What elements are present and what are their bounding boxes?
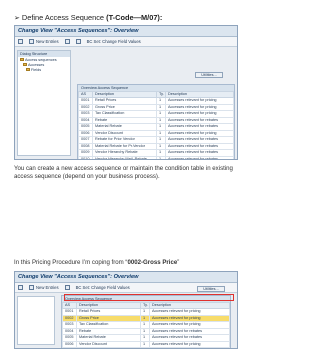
copy-icon[interactable] [64, 285, 70, 290]
folder-icon [26, 68, 30, 71]
cell-type: 1 [140, 347, 150, 348]
access-sequence-table: AS Description Ty. Description 0001 Retai… [62, 302, 230, 348]
utilities-button[interactable]: Utilities... [197, 286, 225, 292]
sap-window-title: Change View "Access Sequences": Overview [15, 272, 237, 283]
folder-icon [20, 58, 24, 61]
bc-set-label: BC Set: Change Field Values [75, 285, 130, 290]
cell-description: Rebate for Prior Vendor [76, 347, 141, 348]
explanation-paragraph: You can create a new access sequence or … [14, 165, 233, 180]
pricing-line-code: 0002-Gross Price [127, 259, 178, 266]
heading-tcode: (T-Code—M/07): [106, 13, 163, 22]
dialog-structure-tree: Dialog Structure Access sequences Access… [17, 50, 71, 156]
sap-window-title: Change View "Access Sequences": Overview [15, 26, 237, 37]
cell-description: Vendor Hierarchy Matl. Rebate [92, 155, 157, 159]
new-entries-icon [29, 285, 34, 290]
cell-description2: Accesses relevant for rebates [149, 347, 230, 348]
table-row[interactable]: 0007Rebate for Prior Vendor1Accesses rel… [62, 347, 230, 348]
table-row[interactable]: 0010 Vendor Hierarchy Matl. Rebate 1 Access… [78, 155, 234, 159]
new-entries-label: New Entries [36, 39, 59, 44]
new-entries-label: New Entries [36, 285, 59, 290]
tree-item-label: Access sequences [25, 57, 57, 62]
section-heading: ➢ Define Access Sequence (T-Code—M/07): [14, 13, 162, 22]
heading-prefix: Define Access Sequence [21, 13, 107, 22]
delete-icon[interactable] [75, 39, 81, 44]
folder-icon [23, 63, 27, 66]
access-sequence-panel: Overview Access Sequence AS Description … [61, 295, 231, 348]
tree-item-label: Fields [31, 67, 42, 72]
access-sequence-table: AS Description Ty. Description 0001 Retai… [78, 91, 234, 159]
utilities-button[interactable]: Utilities... [195, 72, 223, 78]
arrow-bullet-icon: ➢ [14, 15, 20, 22]
pricing-procedure-line: In this Pricing Procedure I’m coping fro… [14, 259, 179, 266]
pricing-line-suffix: ” [177, 259, 180, 266]
selection-highlight-box [64, 294, 234, 301]
access-sequence-panel: Overview Access Sequence AS Description … [77, 84, 235, 159]
tree-item-fields[interactable]: Fields [18, 67, 70, 72]
dialog-structure-tree [17, 296, 55, 345]
bc-set-button[interactable]: BC Set: Change Field Values [76, 285, 130, 290]
cell-code: 0007 [62, 347, 77, 348]
pricing-line-prefix: In this Pricing Procedure I’m coping fro… [14, 259, 128, 266]
new-entries-button[interactable]: New Entries [29, 285, 59, 290]
bc-set-button[interactable]: BC Set: Change Field Values [87, 39, 141, 44]
cell-code: 0010 [78, 155, 93, 159]
new-entries-icon [29, 39, 34, 44]
tree-item-label: Accesses [28, 62, 45, 67]
sap-toolbar: New Entries BC Set: Change Field Values [15, 37, 237, 47]
check-icon[interactable] [18, 285, 23, 290]
sap-screenshot-2: Change View "Access Sequences": Overview… [14, 271, 238, 349]
check-icon[interactable] [18, 39, 23, 44]
cell-description2: Accesses relevant for rebates [165, 155, 234, 159]
new-entries-button[interactable]: New Entries [29, 39, 59, 44]
copy-icon[interactable] [64, 39, 70, 44]
cell-type: 1 [156, 155, 166, 159]
bc-set-label: BC Set: Change Field Values [86, 39, 141, 44]
sap-screenshot-1: Change View "Access Sequences": Overview… [14, 25, 238, 160]
